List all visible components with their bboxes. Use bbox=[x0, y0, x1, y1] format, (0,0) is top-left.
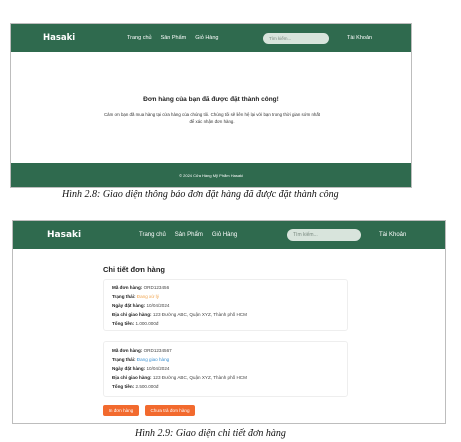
status-label: Trạng thái: bbox=[112, 294, 136, 299]
order-id-label: Mã đơn hàng: bbox=[112, 348, 143, 353]
date-value: 10/04/2024 bbox=[146, 366, 170, 371]
date-row: Ngày đặt hàng: 10/04/2024 bbox=[112, 303, 169, 308]
status-value: Đang xử lý bbox=[136, 294, 159, 299]
search-input[interactable]: Tìm kiếm... bbox=[263, 32, 329, 44]
success-title: Đơn hàng của bạn đã được đặt thành công! bbox=[143, 96, 279, 103]
order-id-value: ORD1234567 bbox=[143, 348, 172, 353]
footer: © 2024 Cửa Hàng Mỹ Phẩm Hasaki bbox=[11, 163, 411, 187]
date-label: Ngày đặt hàng: bbox=[112, 366, 146, 371]
search-input[interactable]: Tìm kiếm... bbox=[287, 229, 361, 241]
order-id-row: Mã đơn hàng: ORD1234567 bbox=[112, 348, 172, 353]
address-label: Địa chỉ giao hàng: bbox=[112, 375, 152, 380]
top-navbar: Hasaki Trang chủ Sản Phẩm Giỏ Hàng Tìm k… bbox=[13, 221, 445, 249]
total-row: Tổng tiền: 2.500.000đ bbox=[112, 384, 158, 389]
date-value: 10/04/2024 bbox=[146, 303, 170, 308]
total-value: 1.000.000đ bbox=[135, 321, 159, 326]
account-link[interactable]: Tài Khoản bbox=[347, 35, 372, 41]
date-row: Ngày đặt hàng: 10/04/2024 bbox=[112, 366, 169, 371]
status-label: Trạng thái: bbox=[112, 357, 136, 362]
total-label: Tổng tiền: bbox=[112, 321, 135, 326]
top-navbar: Hasaki Trang chủ Sản Phẩm Giỏ Hàng Tìm k… bbox=[11, 24, 411, 52]
status-row: Trạng thái: Đang giao hàng bbox=[112, 357, 169, 362]
order-card: Mã đơn hàng: ORD123456 Trạng thái: Đang … bbox=[103, 279, 348, 331]
order-id-label: Mã đơn hàng: bbox=[112, 285, 143, 290]
figure-caption-1: Hình 2.8: Giao diện thông báo đơn đặt hà… bbox=[62, 189, 339, 200]
total-value: 2.500.000đ bbox=[135, 384, 159, 389]
nav-home-link[interactable]: Trang chủ bbox=[127, 35, 152, 41]
total-row: Tổng tiền: 1.000.000đ bbox=[112, 321, 158, 326]
nav-products-link[interactable]: Sản Phẩm bbox=[161, 35, 187, 41]
brand-logo[interactable]: Hasaki bbox=[43, 33, 75, 43]
status-row: Trạng thái: Đang xử lý bbox=[112, 294, 159, 299]
print-order-button[interactable]: In đơn hàng bbox=[103, 405, 139, 416]
order-id-value: ORD123456 bbox=[143, 285, 170, 290]
total-label: Tổng tiền: bbox=[112, 384, 135, 389]
main-menu: Trang chủ Sản Phẩm Giỏ Hàng bbox=[139, 232, 237, 238]
order-id-row: Mã đơn hàng: ORD123456 bbox=[112, 285, 169, 290]
nav-cart-link[interactable]: Giỏ Hàng bbox=[212, 232, 237, 238]
main-menu: Trang chủ Sản Phẩm Giỏ Hàng bbox=[127, 35, 219, 41]
address-value: 123 Đường ABC, Quận XYZ, Thành phố HCM bbox=[152, 375, 247, 380]
footer-copyright: © 2024 Cửa Hàng Mỹ Phẩm Hasaki bbox=[179, 172, 243, 178]
success-message: Cảm ơn bạn đã mua hàng tại cửa hàng của … bbox=[103, 112, 321, 124]
status-value: Đang giao hàng bbox=[136, 357, 170, 362]
address-row: Địa chỉ giao hàng: 123 Đường ABC, Quận X… bbox=[112, 312, 247, 317]
address-label: Địa chỉ giao hàng: bbox=[112, 312, 152, 317]
order-success-screenshot: Hasaki Trang chủ Sản Phẩm Giỏ Hàng Tìm k… bbox=[10, 23, 412, 188]
order-detail-title: Chi tiết đơn hàng bbox=[103, 265, 165, 274]
address-value: 123 Đường ABC, Quận XYZ, Thành phố HCM bbox=[152, 312, 247, 317]
nav-products-link[interactable]: Sản Phẩm bbox=[175, 232, 203, 238]
order-detail-screenshot: Hasaki Trang chủ Sản Phẩm Giỏ Hàng Tìm k… bbox=[12, 220, 446, 424]
account-link[interactable]: Tài Khoản bbox=[379, 232, 406, 238]
date-label: Ngày đặt hàng: bbox=[112, 303, 146, 308]
figure-caption-2: Hình 2.9: Giao diện chi tiết đơn hàng bbox=[135, 428, 286, 439]
brand-logo[interactable]: Hasaki bbox=[47, 230, 81, 240]
unpaid-order-button[interactable]: Chưa trả đơn hàng bbox=[145, 405, 195, 416]
nav-home-link[interactable]: Trang chủ bbox=[139, 232, 166, 238]
address-row: Địa chỉ giao hàng: 123 Đường ABC, Quận X… bbox=[112, 375, 247, 380]
nav-cart-link[interactable]: Giỏ Hàng bbox=[195, 35, 218, 41]
order-card: Mã đơn hàng: ORD1234567 Trạng thái: Đang… bbox=[103, 341, 348, 397]
